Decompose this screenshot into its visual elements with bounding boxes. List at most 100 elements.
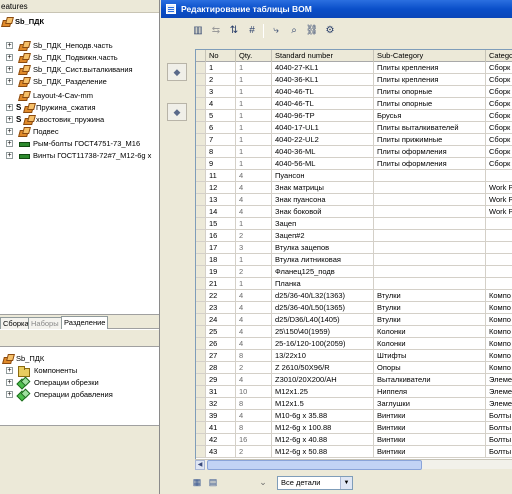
table-row[interactable]: 17 3 Втулка зацепов: [196, 242, 512, 254]
table-row[interactable]: 4 1 4040-46-TL Плиты опорные Сборк: [196, 98, 512, 110]
table-row[interactable]: 8 1 4040-36-ML Плиты оформления Сборк: [196, 146, 512, 158]
cell-category[interactable]: Work P: [486, 194, 512, 205]
table-row[interactable]: 12 4 Знак матрицы Work P: [196, 182, 512, 194]
cell-standard-number[interactable]: Фланец125_подв: [272, 266, 374, 277]
cell-no[interactable]: 26: [206, 338, 236, 349]
cell-category[interactable]: Сборк: [486, 158, 512, 169]
cell-category[interactable]: Болты: [486, 446, 512, 457]
row-selector[interactable]: [196, 110, 206, 121]
row-selector[interactable]: [196, 410, 206, 421]
cell-category[interactable]: Компо: [486, 350, 512, 361]
cell-category[interactable]: Компо: [486, 302, 512, 313]
cell-qty[interactable]: 2: [236, 446, 272, 457]
column-header-no[interactable]: No: [206, 50, 236, 62]
row-selector[interactable]: [196, 374, 206, 385]
cell-category[interactable]: Компо: [486, 314, 512, 325]
cell-qty[interactable]: 1: [236, 62, 272, 73]
cell-standard-number[interactable]: 4040-46-TL: [272, 98, 374, 109]
table-properties-icon[interactable]: ▥: [189, 22, 207, 40]
cell-sub-category[interactable]: Винтики: [374, 446, 486, 457]
table-row[interactable]: 2 1 4040-36-KL1 Плиты крепления Сборк: [196, 74, 512, 86]
cell-standard-number[interactable]: M12x1.5: [272, 398, 374, 409]
cell-sub-category[interactable]: [374, 194, 486, 205]
cell-no[interactable]: 6: [206, 122, 236, 133]
cell-no[interactable]: 7: [206, 134, 236, 145]
cell-qty[interactable]: 2: [236, 266, 272, 277]
cell-standard-number[interactable]: M12-6g x 40.88: [272, 434, 374, 445]
expand-icon[interactable]: +: [6, 152, 13, 159]
cell-qty[interactable]: 10: [236, 386, 272, 397]
cell-category[interactable]: Элеме: [486, 386, 512, 397]
cell-category[interactable]: [486, 218, 512, 229]
table-row[interactable]: 1 1 4040-27-KL1 Плиты крепления Сборк: [196, 62, 512, 74]
renumber-icon[interactable]: #: [243, 22, 261, 40]
cell-no[interactable]: 9: [206, 158, 236, 169]
cell-sub-category[interactable]: Плиты прижимные: [374, 134, 486, 145]
cell-category[interactable]: [486, 230, 512, 241]
cell-qty[interactable]: 1: [236, 98, 272, 109]
expand-icon[interactable]: +: [6, 42, 13, 49]
table-row[interactable]: 5 1 4040-96-TP Брусья Сборк: [196, 110, 512, 122]
table-row[interactable]: 27 8 13/22x10 Штифты Компо: [196, 350, 512, 362]
feature-tree[interactable]: Sb_ПДК + Sb_ПДК_Неподв.часть + Sb_ПДК_По…: [0, 14, 159, 314]
move-down-button[interactable]: ◆: [167, 103, 187, 121]
cell-qty[interactable]: 4: [236, 206, 272, 217]
row-selector[interactable]: [196, 62, 206, 73]
row-selector[interactable]: [196, 266, 206, 277]
settings-icon[interactable]: ⚙: [321, 22, 339, 40]
row-selector[interactable]: [196, 290, 206, 301]
cell-qty[interactable]: 1: [236, 86, 272, 97]
table-row[interactable]: 13 4 Знак пуансона Work P: [196, 194, 512, 206]
cell-qty[interactable]: 4: [236, 182, 272, 193]
cell-standard-number[interactable]: 4040-36-KL1: [272, 74, 374, 85]
tab-assembly[interactable]: Сборка: [0, 317, 32, 329]
cell-standard-number[interactable]: Знак пуансона: [272, 194, 374, 205]
table-row[interactable]: 19 2 Фланец125_подв: [196, 266, 512, 278]
cell-sub-category[interactable]: Плиты крепления: [374, 74, 486, 85]
cell-no[interactable]: 15: [206, 218, 236, 229]
expand-icon[interactable]: +: [6, 54, 13, 61]
cell-no[interactable]: 2: [206, 74, 236, 85]
cell-category[interactable]: [486, 278, 512, 289]
cell-sub-category[interactable]: [374, 182, 486, 193]
cell-no[interactable]: 11: [206, 170, 236, 181]
table-row[interactable]: 22 4 d25/36-40/L32(1363) Втулки Компо: [196, 290, 512, 302]
cell-qty[interactable]: 1: [236, 254, 272, 265]
cell-standard-number[interactable]: M12x1.25: [272, 386, 374, 397]
cell-qty[interactable]: 4: [236, 302, 272, 313]
cell-qty[interactable]: 4: [236, 170, 272, 181]
cell-no[interactable]: 8: [206, 146, 236, 157]
cell-no[interactable]: 13: [206, 194, 236, 205]
row-selector[interactable]: [196, 326, 206, 337]
cell-no[interactable]: 43: [206, 446, 236, 457]
cell-category[interactable]: Сборк: [486, 122, 512, 133]
row-selector[interactable]: [196, 206, 206, 217]
cell-standard-number[interactable]: 25\150\40(1959): [272, 326, 374, 337]
cell-category[interactable]: Компо: [486, 326, 512, 337]
cell-sub-category[interactable]: Колонки: [374, 326, 486, 337]
cell-sub-category[interactable]: [374, 278, 486, 289]
cell-no[interactable]: 27: [206, 350, 236, 361]
cell-standard-number[interactable]: Знак матрицы: [272, 182, 374, 193]
cell-no[interactable]: 18: [206, 254, 236, 265]
cell-standard-number[interactable]: d25/D36/L40(1405): [272, 314, 374, 325]
cell-standard-number[interactable]: d25/36-40/L50(1365): [272, 302, 374, 313]
table-row[interactable]: 6 1 4040-17-UL1 Плиты выталкивателей Сборк: [196, 122, 512, 134]
row-selector[interactable]: [196, 314, 206, 325]
cell-standard-number[interactable]: 4040-22-UL2: [272, 134, 374, 145]
cell-no[interactable]: 24: [206, 314, 236, 325]
row-selector[interactable]: [196, 158, 206, 169]
cell-no[interactable]: 41: [206, 422, 236, 433]
row-selector[interactable]: [196, 230, 206, 241]
cell-sub-category[interactable]: [374, 218, 486, 229]
cell-qty[interactable]: 1: [236, 146, 272, 157]
cell-no[interactable]: 29: [206, 374, 236, 385]
table-row[interactable]: 7 1 4040-22-UL2 Плиты прижимные Сборк: [196, 134, 512, 146]
row-selector[interactable]: [196, 434, 206, 445]
scroll-thumb[interactable]: [207, 460, 422, 470]
cell-qty[interactable]: 1: [236, 134, 272, 145]
column-header-sub-category[interactable]: Sub-Category: [374, 50, 486, 62]
expand-icon[interactable]: +: [6, 66, 13, 73]
cell-sub-category[interactable]: Плиты крепления: [374, 62, 486, 73]
cell-standard-number[interactable]: 25-16/120-100(2059): [272, 338, 374, 349]
